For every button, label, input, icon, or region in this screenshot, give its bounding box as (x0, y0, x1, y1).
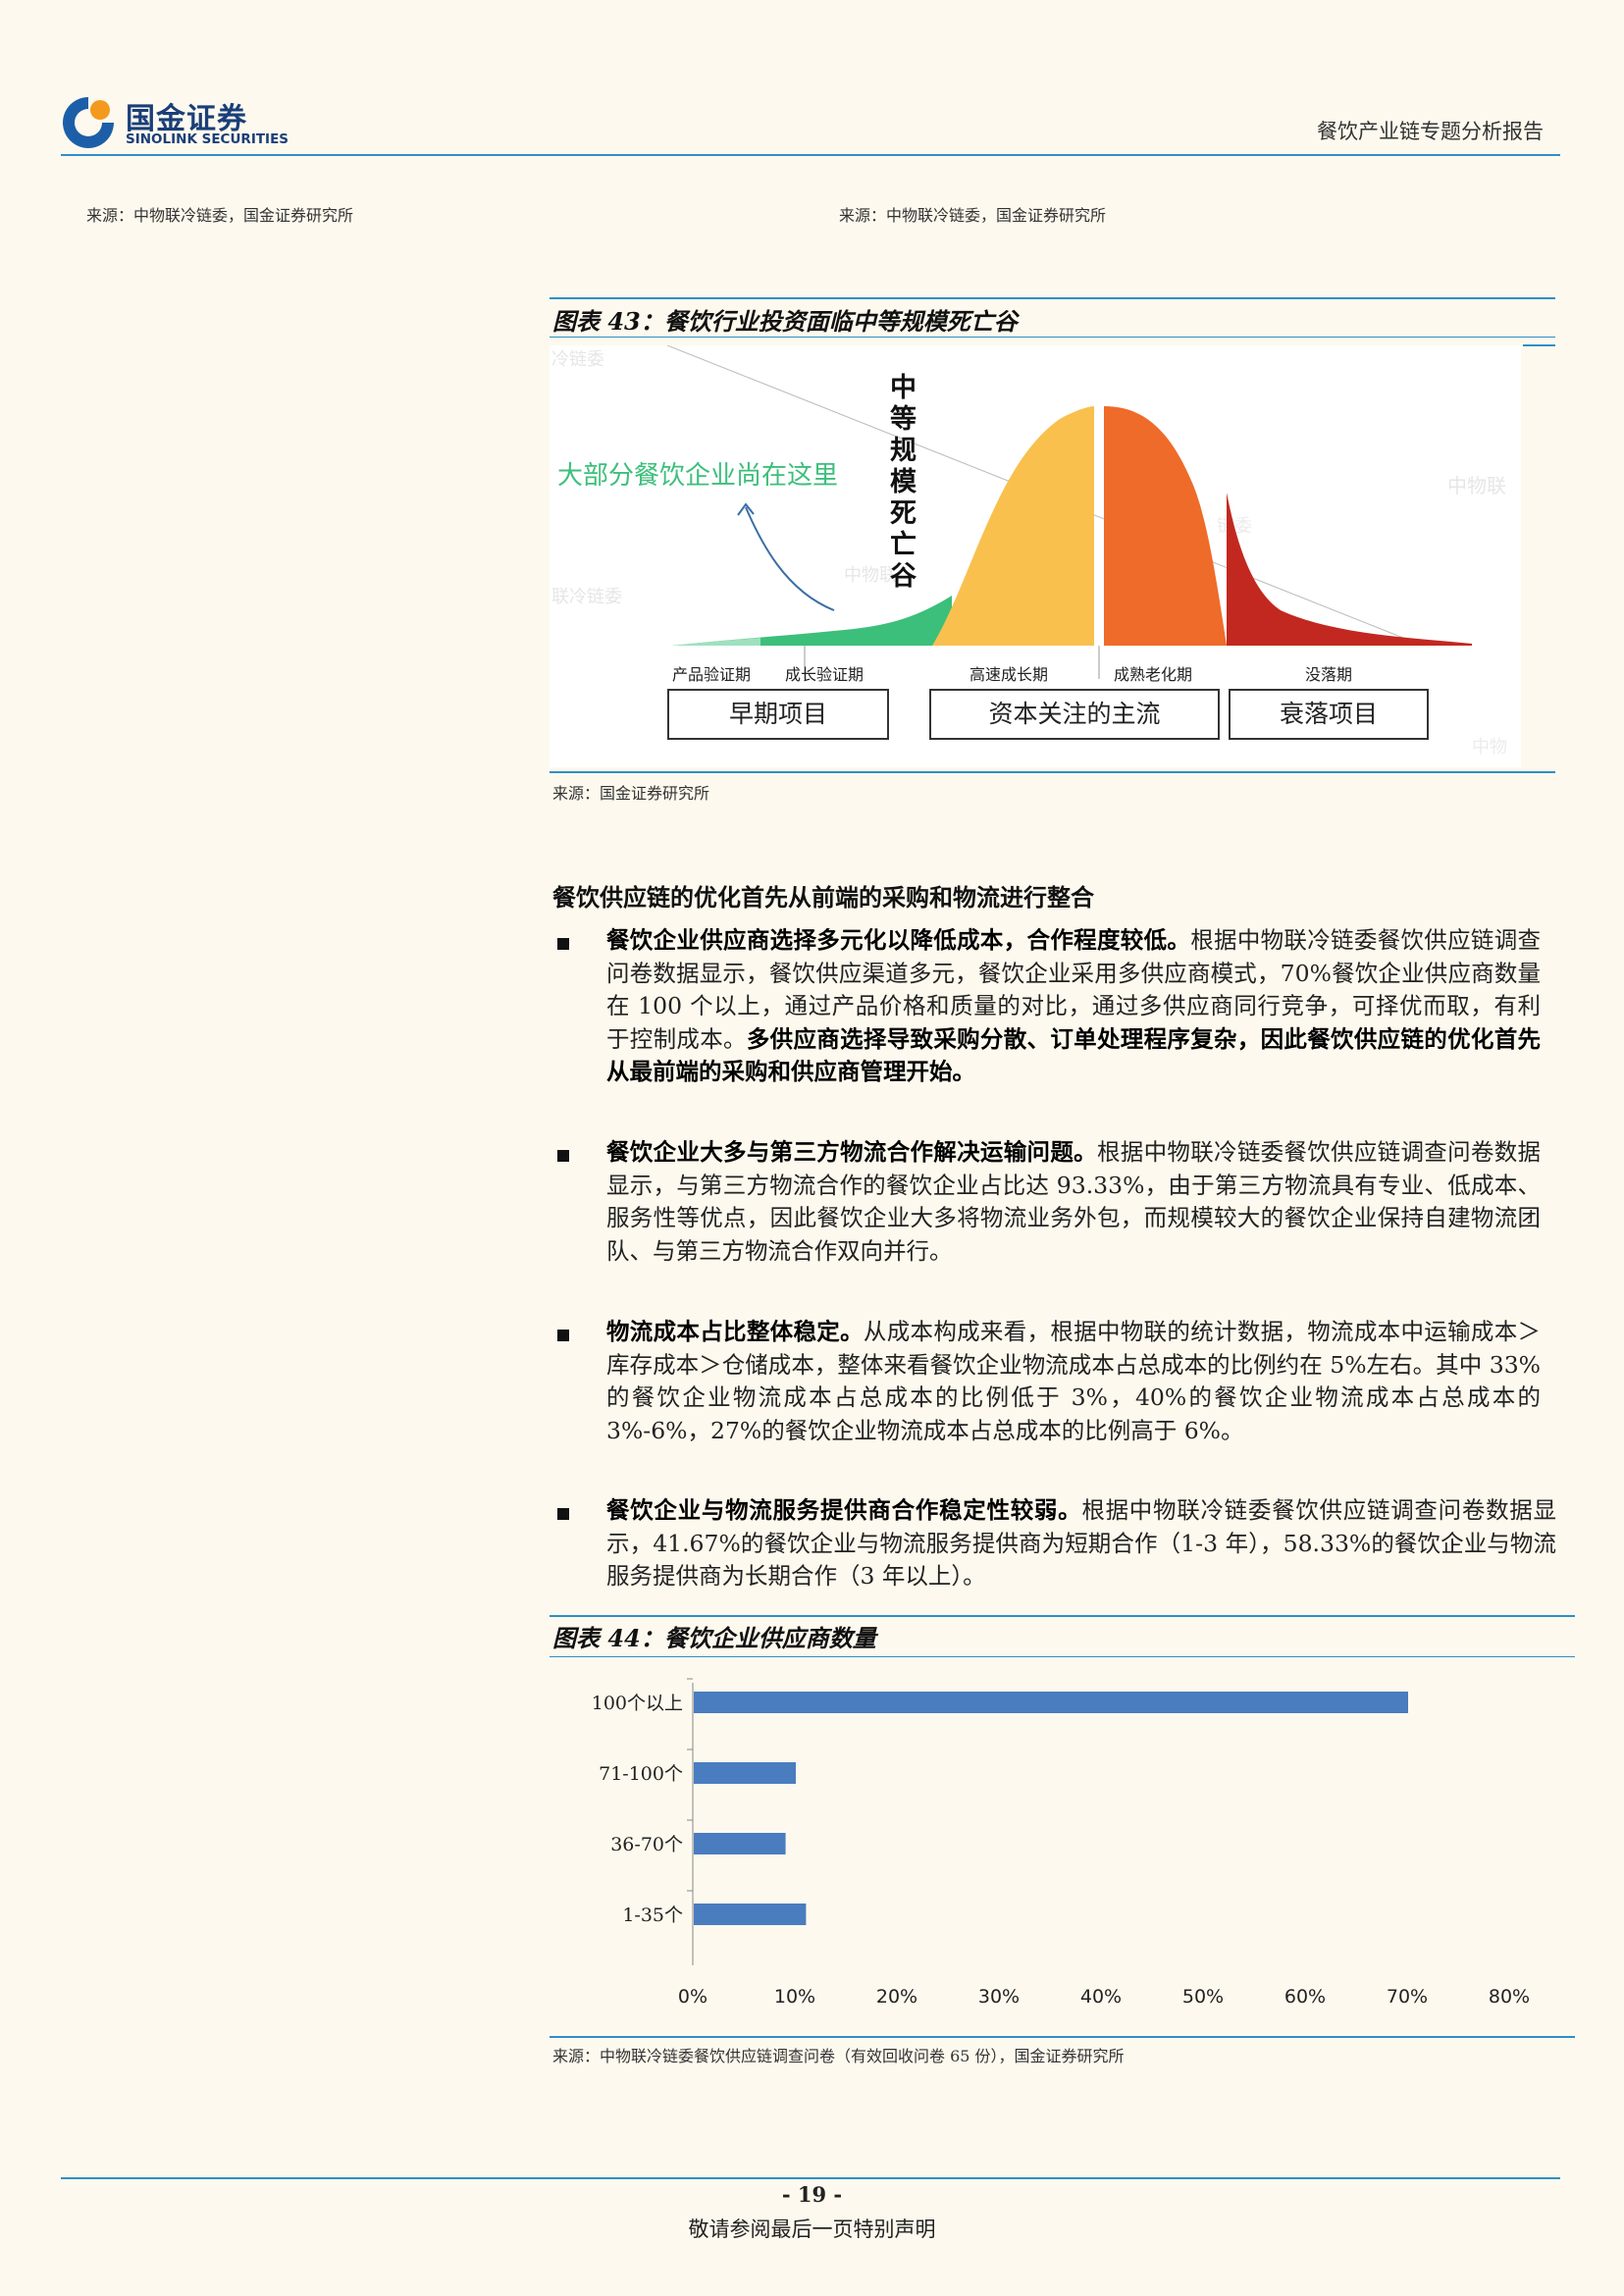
bullet-square-icon (557, 1150, 569, 1162)
stage-label-rapid-growth: 高速成长期 (969, 665, 1049, 684)
watermark-text: 联冷链委 (551, 587, 622, 607)
watermark-text: 中物联 (1447, 474, 1506, 497)
bullet-lead: 餐饮企业大多与第三方物流合作解决运输问题。 (606, 1138, 1097, 1166)
footer-divider (61, 2177, 1560, 2179)
x-tick-label: 0% (678, 1986, 707, 2008)
figure44-title-rule (550, 1656, 1575, 1657)
bullet-square-icon (557, 1330, 569, 1341)
watermark-text: 中物 (1472, 737, 1507, 757)
figure43-title-rule (550, 337, 1555, 338)
bullet-lead: 餐饮企业与物流服务提供商合作稳定性较弱。 (606, 1496, 1082, 1524)
category-label: 100个以上 (592, 1693, 683, 1714)
x-tick-label: 70% (1387, 1986, 1428, 2008)
bar (694, 1692, 1408, 1713)
source-note-right: 来源：中物联冷链委，国金证券研究所 (839, 206, 1107, 225)
logo-english-name: SINOLINK SECURITIES (126, 131, 289, 147)
figure44-title: 图表 44：餐饮企业供应商数量 (552, 1624, 876, 1652)
figure44-bottom-rule (550, 2036, 1575, 2038)
report-title: 餐饮产业链专题分析报告 (1317, 120, 1544, 143)
bar (694, 1904, 807, 1925)
page-number: - 19 - (781, 2182, 843, 2207)
sinolink-logo-icon (63, 95, 116, 148)
figure43-lifecycle-diagram: 冷链委 中物联 联冷链委 中物联 链委 中物 大部分餐饮企业尚在这里 中等规模死… (550, 345, 1521, 767)
box-declining-projects: 衰落项目 (1229, 689, 1429, 740)
x-tick-label: 20% (876, 1986, 917, 2008)
figure43-title: 图表 43：餐饮行业投资面临中等规模死亡谷 (552, 307, 1018, 336)
bullet-tail: 多供应商选择导致采购分散、订单处理程序复杂，因此餐饮供应链的优化首先从最前端的采… (606, 1024, 1542, 1086)
figure43-source: 来源：国金证券研究所 (552, 784, 710, 803)
header-divider (61, 154, 1560, 156)
x-tick-label: 30% (978, 1986, 1020, 2008)
bullet-paragraph-third-party-logistics: 餐饮企业大多与第三方物流合作解决运输问题。根据中物联冷链委餐饮供应链调查问卷数据… (606, 1136, 1541, 1268)
valley-label: 中等规模死亡谷 (890, 373, 917, 592)
growth-stage-curve (932, 406, 1094, 646)
stage-label-decline: 没落期 (1305, 665, 1353, 684)
figure44-top-rule (550, 1615, 1575, 1617)
x-tick-label: 60% (1284, 1986, 1326, 2008)
section-heading: 餐饮供应链的优化首先从前端的采购和物流进行整合 (552, 883, 1094, 912)
early-stage-curve (672, 596, 952, 646)
stage-label-mature-aging: 成熟老化期 (1114, 665, 1193, 684)
bar (694, 1762, 796, 1784)
x-tick-label: 10% (774, 1986, 815, 2008)
figure44-bar-chart: 100个以上 71-100个 36-70个 1-35个 0% 10% 20% 30% 40% 50… (550, 1668, 1531, 2031)
bullet-lead: 餐饮企业供应商选择多元化以降低成本，合作程度较低。 (606, 926, 1191, 954)
annotation-most-restaurants-here: 大部分餐饮企业尚在这里 (557, 461, 839, 491)
x-tick-label: 50% (1182, 1986, 1224, 2008)
box-capital-mainstream: 资本关注的主流 (929, 689, 1220, 740)
watermark-text: 冷链委 (551, 349, 604, 370)
stage-label-product-validation: 产品验证期 (672, 665, 752, 684)
category-label: 71-100个 (599, 1763, 683, 1785)
bullet-paragraph-logistics-cost: 物流成本占比整体稳定。从成本构成来看，根据中物联的统计数据，物流成本中运输成本＞… (606, 1316, 1541, 1447)
bullet-lead: 物流成本占比整体稳定。 (606, 1318, 864, 1345)
x-tick-label: 40% (1080, 1986, 1122, 2008)
mature-stage-curve (1104, 406, 1227, 646)
watermark-text: 中物联 (844, 565, 897, 586)
x-tick-label: 80% (1489, 1986, 1530, 2008)
bar (694, 1833, 786, 1854)
figure43-corner-mark (1523, 344, 1555, 346)
figure43-top-rule (550, 297, 1555, 299)
figure44-source: 来源：中物联冷链委餐饮供应链调查问卷（有效回收问卷 65 份），国金证券研究所 (552, 2047, 1125, 2065)
bullet-paragraph-supplier-diversification: 餐饮企业供应商选择多元化以降低成本，合作程度较低。根据中物联冷链委餐饮供应链调查… (606, 924, 1541, 1089)
category-label: 1-35个 (622, 1905, 683, 1926)
category-label: 36-70个 (610, 1834, 683, 1855)
bullet-square-icon (557, 938, 569, 950)
footer-disclaimer: 敬请参阅最后一页特别声明 (688, 2218, 936, 2241)
stage-label-growth-validation: 成长验证期 (785, 665, 864, 684)
box-early-projects: 早期项目 (667, 689, 889, 740)
bullet-paragraph-logistics-partnership: 餐饮企业与物流服务提供商合作稳定性较弱。根据中物联冷链委餐饮供应链调查问卷数据显… (606, 1494, 1556, 1593)
decline-stage-curve (1227, 493, 1472, 646)
source-note-left: 来源：中物联冷链委，国金证券研究所 (86, 206, 354, 225)
figure43-bottom-rule (550, 771, 1555, 773)
bullet-square-icon (557, 1508, 569, 1520)
